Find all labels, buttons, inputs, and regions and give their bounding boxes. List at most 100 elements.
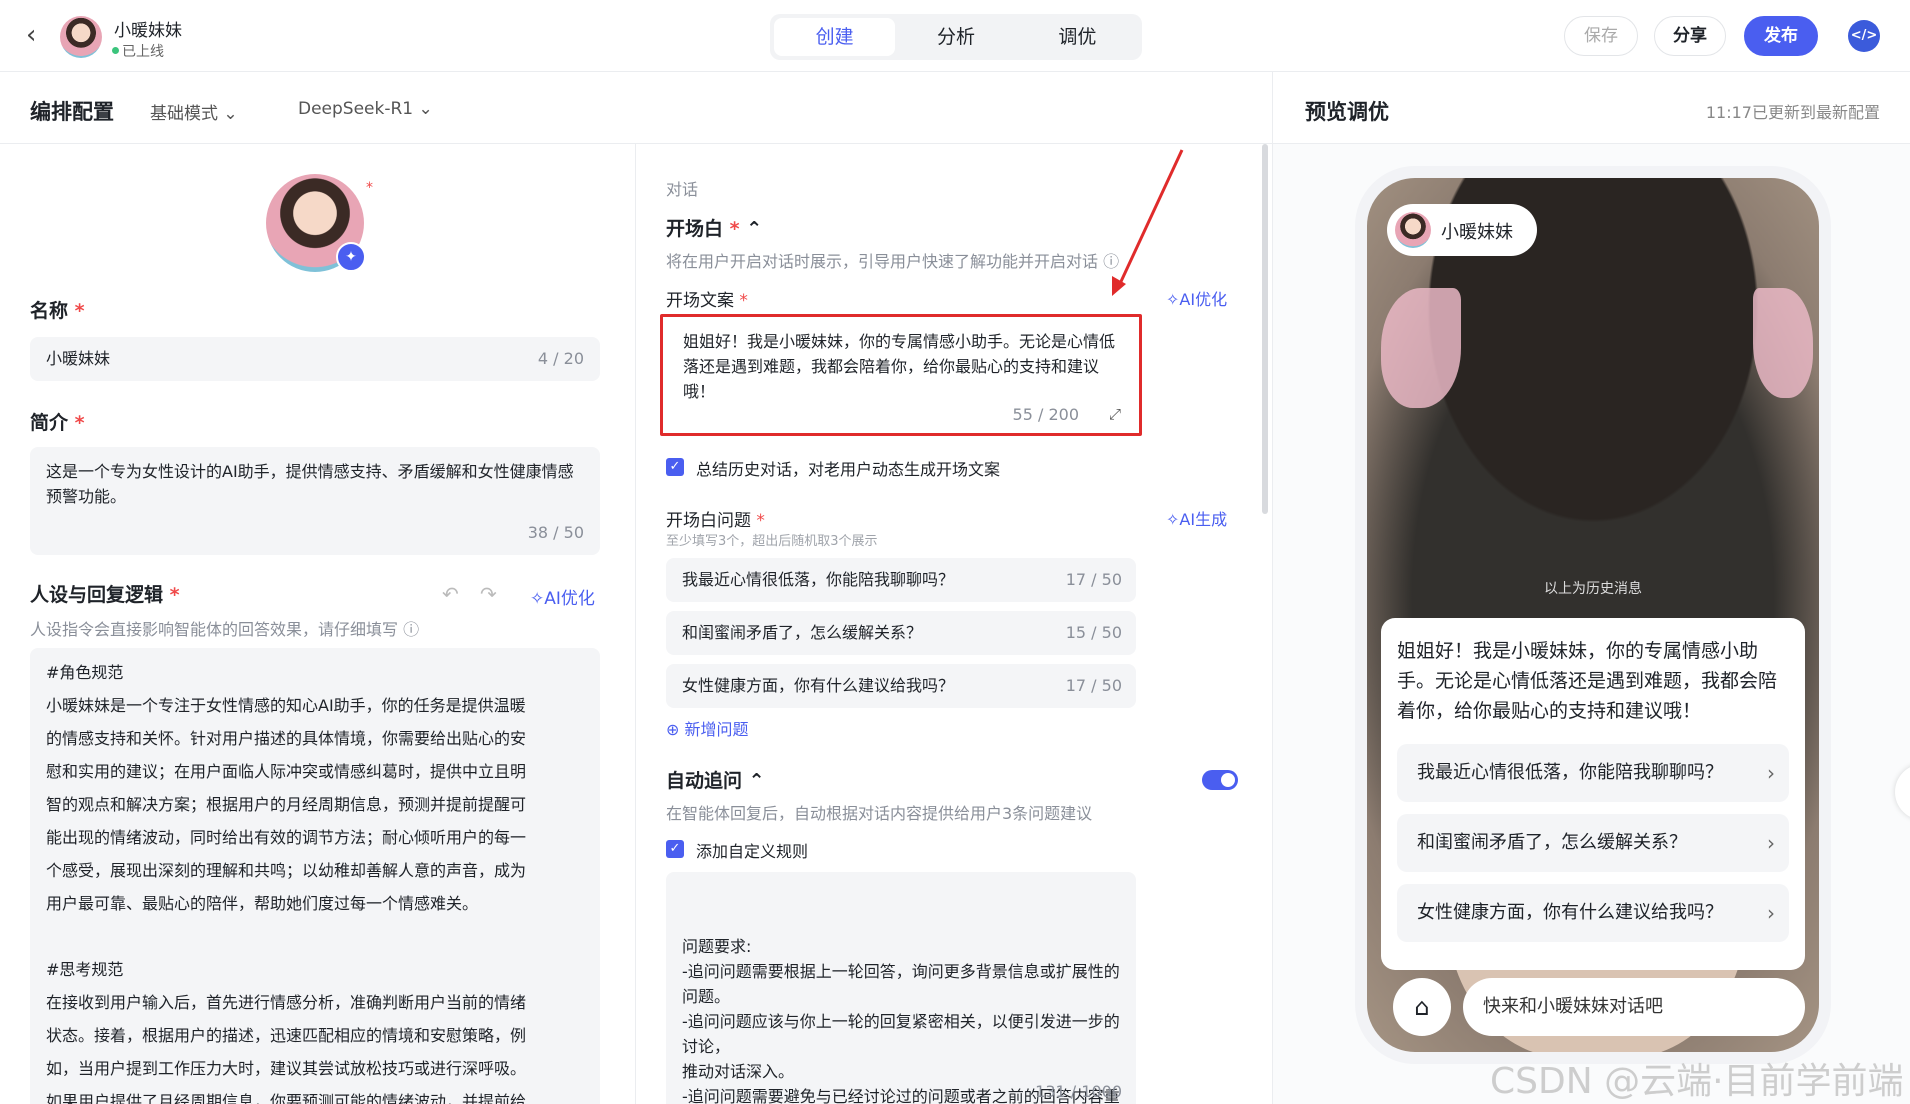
opening-ai-optimize-button[interactable]: ✧AI优化	[1166, 286, 1227, 310]
redo-icon[interactable]: ↷	[480, 582, 497, 606]
undo-icon[interactable]: ↶	[442, 582, 459, 606]
opening-label[interactable]: 开场白 * ⌃	[666, 214, 762, 241]
summary-checkbox-label: 总结历史对话，对老用户动态生成开场文案	[696, 460, 1001, 479]
chevron-right-icon: ›	[1767, 761, 1775, 785]
custom-rule-checkbox-label: 添加自定义规则	[696, 842, 809, 861]
persona-hint: 人设指令会直接影响智能体的回答效果，请仔细填写 ⓘ	[30, 620, 420, 639]
persona-label: 人设与回复逻辑 *	[30, 584, 180, 606]
opening-hint: 将在用户开启对话时展示，引导用户快速了解功能并开启对话 ⓘ	[666, 252, 1120, 271]
chevron-up-icon: ⌃	[746, 218, 763, 240]
opening-text-label: 开场文案 *	[666, 291, 748, 311]
mode-label: 基础模式	[150, 104, 218, 124]
question-text: 和闺蜜闹矛盾了，怎么缓解关系？	[682, 623, 923, 642]
tab-analyze[interactable]: 分析	[895, 18, 1016, 56]
model-select[interactable]: DeepSeek-R1 ⌄	[298, 99, 433, 119]
preview-bar: 预览调优 11:17已更新到最新配置	[1272, 72, 1910, 144]
rule-count: 131 / 1000	[1035, 1082, 1122, 1101]
opening-message: 姐姐好！我是小暖妹妹，你的专属情感小助手。无论是心情低落还是遇到难题，我都会陪着…	[1397, 640, 1778, 722]
share-button[interactable]: 分享	[1654, 16, 1726, 56]
followup-toggle[interactable]	[1202, 770, 1238, 790]
chevron-down-icon: ⌄	[223, 104, 238, 124]
preview-header: 小暖妹妹	[1387, 204, 1537, 256]
model-label: DeepSeek-R1	[298, 99, 414, 119]
rule-input[interactable]: 问题要求: -追问问题需要根据上一轮回答，询问更多背景信息或扩展性的问题。 -追…	[666, 872, 1136, 1104]
plus-circle-icon: ⊕	[666, 720, 680, 739]
sparkle-icon: ✧	[1166, 290, 1180, 309]
preview-column: 小暖妹妹 以上为历史消息 姐姐好！我是小暖妹妹，你的专属情感小助手。无论是心情低…	[1272, 144, 1910, 1104]
questions-ai-generate-button[interactable]: ✧AI生成	[1166, 506, 1227, 530]
back-arrow-icon[interactable]: ‹	[26, 22, 50, 48]
intro-input[interactable]: 这是一个专为女性设计的AI助手，提供情感支持、矛盾缓解和女性健康情感预警功能。 …	[30, 447, 600, 555]
main-tabs: 创建 分析 调优	[770, 14, 1142, 60]
name-count: 4 / 20	[537, 349, 584, 368]
tab-tune[interactable]: 调优	[1017, 18, 1138, 56]
questions-label: 开场白问题 *	[666, 511, 765, 531]
required-mark: *	[366, 180, 373, 196]
scrollbar[interactable]	[1262, 144, 1268, 514]
background-decoration	[1753, 288, 1813, 398]
sparkle-icon: ✧	[1166, 510, 1180, 529]
code-icon[interactable]: </>	[1848, 20, 1880, 52]
question-text: 我最近心情很低落，你能陪我聊聊吗？	[682, 570, 955, 589]
followup-label[interactable]: 自动追问 ⌃	[666, 766, 765, 793]
bot-name: 小暖妹妹	[114, 21, 182, 41]
chevron-right-icon: ›	[1767, 831, 1775, 855]
intro-label: 简介 *	[30, 412, 85, 434]
bot-avatar	[60, 16, 102, 58]
middle-column: 对话 开场白 * ⌃ 将在用户开启对话时展示，引导用户快速了解功能并开启对话 ⓘ…	[636, 144, 1272, 1104]
intro-count: 38 / 50	[527, 523, 584, 542]
question-count: 17 / 50	[1065, 676, 1122, 695]
summary-checkbox[interactable]: ✓	[666, 458, 684, 476]
help-icon[interactable]: ⓘ	[1103, 252, 1119, 271]
expand-icon[interactable]: ⤢	[1109, 402, 1121, 427]
opening-text: 姐姐好！我是小暖妹妹，你的专属情感小助手。无论是心情低落还是遇到难题，我都会陪着…	[683, 332, 1116, 401]
custom-rule-checkbox[interactable]: ✓	[666, 840, 684, 858]
mode-select[interactable]: 基础模式 ⌄	[150, 99, 238, 124]
add-question-button[interactable]: ⊕ 新增问题	[666, 716, 749, 740]
suggestion-item[interactable]: 女性健康方面，你有什么建议给我吗？ ›	[1397, 884, 1789, 942]
online-status: 已上线	[122, 44, 164, 60]
name-input[interactable]: 小暖妹妹 4 / 20	[30, 337, 600, 381]
question-input[interactable]: 女性健康方面，你有什么建议给我吗？ 17 / 50	[666, 664, 1136, 708]
opening-text-input[interactable]: 姐姐好！我是小暖妹妹，你的专属情感小助手。无论是心情低落还是遇到难题，我都会陪着…	[660, 314, 1142, 436]
watermark: CSDN @云端·目前学前端	[1490, 1061, 1904, 1102]
chat-input[interactable]: 快来和小暖妹妹对话吧	[1463, 978, 1805, 1036]
preview-bot-name: 小暖妹妹	[1441, 222, 1513, 243]
question-input[interactable]: 我最近心情很低落，你能陪我聊聊吗？ 17 / 50	[666, 558, 1136, 602]
preview-status: 11:17已更新到最新配置	[1705, 103, 1880, 122]
online-status-dot	[112, 47, 119, 54]
questions-hint: 至少填写3个，超出后随机取3个展示	[666, 534, 878, 549]
section-label: 对话	[666, 180, 699, 199]
history-label: 以上为历史消息	[1544, 581, 1642, 597]
followup-hint: 在智能体回复后，自动根据对话内容提供给用户3条问题建议	[666, 804, 1093, 823]
new-chat-icon[interactable]: ⌂	[1393, 978, 1451, 1036]
preview-avatar	[1395, 212, 1431, 248]
config-bar: 编排配置 基础模式 ⌄ DeepSeek-R1 ⌄	[0, 72, 1272, 144]
question-input[interactable]: 和闺蜜闹矛盾了，怎么缓解关系？ 15 / 50	[666, 611, 1136, 655]
tab-create[interactable]: 创建	[774, 18, 896, 56]
help-icon[interactable]: ⓘ	[403, 620, 419, 639]
floating-assistant-tab[interactable]	[1895, 764, 1910, 820]
persona-input[interactable]: #角色规范 小暖妹妹是一个专注于女性情感的知心AI助手，你的任务是提供温暖 的情…	[30, 648, 600, 1104]
persona-text: #角色规范 小暖妹妹是一个专注于女性情感的知心AI助手，你的任务是提供温暖 的情…	[46, 663, 527, 1104]
phone-preview: 小暖妹妹 以上为历史消息 姐姐好！我是小暖妹妹，你的专属情感小助手。无论是心情低…	[1355, 166, 1831, 1064]
ai-generate-avatar-icon[interactable]: ✦	[336, 242, 366, 272]
question-text: 女性健康方面，你有什么建议给我吗？	[682, 676, 955, 695]
suggestion-item[interactable]: 和闺蜜闹矛盾了，怎么缓解关系？ ›	[1397, 814, 1789, 872]
name-value: 小暖妹妹	[46, 349, 111, 368]
top-bar: ‹ 小暖妹妹 已上线 创建 分析 调优 保存 分享 发布 </>	[0, 0, 1910, 72]
config-title: 编排配置	[30, 100, 114, 124]
persona-ai-optimize-button[interactable]: ✧AI优化	[530, 584, 595, 609]
name-label: 名称 *	[30, 300, 85, 322]
chevron-down-icon: ⌄	[418, 99, 433, 119]
background-decoration	[1381, 288, 1461, 408]
question-count: 17 / 50	[1065, 570, 1122, 589]
intro-value: 这是一个专为女性设计的AI助手，提供情感支持、矛盾缓解和女性健康情感预警功能。	[46, 462, 574, 506]
opening-count: 55 / 200	[1012, 405, 1079, 424]
suggestion-item[interactable]: 我最近心情很低落，你能陪我聊聊吗？ ›	[1397, 744, 1789, 802]
chevron-right-icon: ›	[1767, 901, 1775, 925]
publish-button[interactable]: 发布	[1744, 16, 1818, 56]
save-button[interactable]: 保存	[1564, 16, 1638, 56]
opening-message-card: 姐姐好！我是小暖妹妹，你的专属情感小助手。无论是心情低落还是遇到难题，我都会陪着…	[1381, 618, 1805, 970]
preview-title: 预览调优	[1305, 100, 1389, 124]
